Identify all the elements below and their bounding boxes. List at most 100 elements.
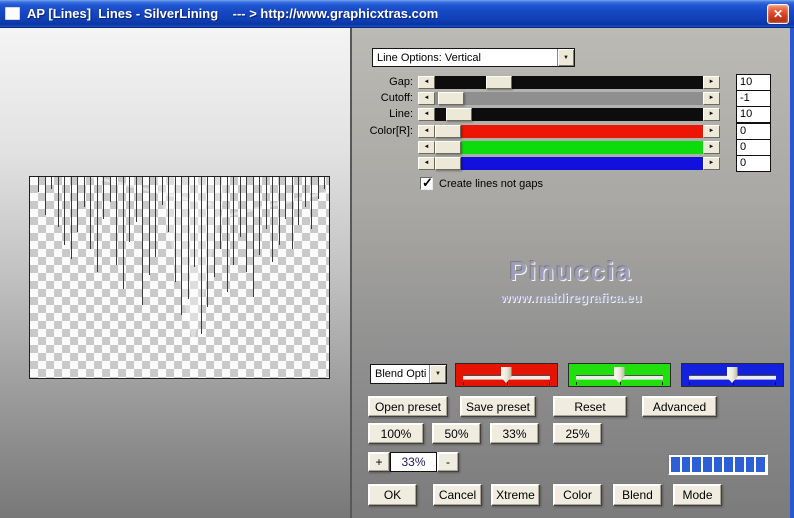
preview-line (103, 177, 104, 219)
color-button[interactable]: Color (553, 484, 602, 506)
right-arrow-icon[interactable]: ► (703, 76, 720, 89)
red-blend-trackbar[interactable] (455, 363, 558, 387)
progress-segment (756, 457, 765, 472)
zoom-100-button[interactable]: 100% (368, 423, 424, 444)
save-preset-button[interactable]: Save preset (460, 396, 536, 417)
xtreme-button[interactable]: Xtreme (491, 484, 540, 506)
slider-thumb[interactable] (486, 76, 512, 89)
right-arrow-icon[interactable]: ► (703, 108, 720, 121)
slider-thumb[interactable] (438, 92, 464, 105)
zoom-25-button[interactable]: 25% (553, 423, 602, 444)
preview-image (29, 176, 330, 379)
slider-thumb[interactable] (446, 108, 472, 121)
slider-track[interactable] (435, 125, 703, 138)
preview-line (175, 177, 176, 282)
plugin-dialog-window: AP [Lines] Lines - SilverLining --- > ht… (0, 0, 794, 518)
preview-line (253, 177, 254, 297)
preview-line (181, 177, 182, 315)
tick-mark (463, 382, 464, 385)
slider-value-input[interactable] (736, 74, 771, 91)
trackbar-thumb[interactable] (614, 367, 625, 383)
slider-row-line: Line: ◄ ► (352, 107, 771, 121)
preview-line (51, 177, 52, 189)
trackbar-thumb[interactable] (727, 367, 738, 383)
slider-value-input[interactable] (736, 139, 771, 156)
title-bar: AP [Lines] Lines - SilverLining --- > ht… (0, 0, 794, 28)
progress-segment (692, 457, 701, 472)
controls-panel: Line Options: Vertical ▼ Gap: ◄ ► Cutoff… (352, 28, 794, 518)
create-lines-checkbox[interactable]: Create lines not gaps (420, 177, 543, 190)
slider-thumb[interactable] (435, 125, 461, 138)
preview-line (233, 177, 234, 265)
slider-track[interactable] (435, 108, 703, 121)
preview-line (162, 177, 163, 205)
left-arrow-icon[interactable]: ◄ (418, 108, 435, 121)
right-arrow-icon[interactable]: ► (703, 141, 720, 154)
green-blend-trackbar[interactable] (568, 363, 671, 387)
preview-line (84, 177, 85, 207)
close-button[interactable]: ✕ (767, 4, 789, 24)
slider-track[interactable] (435, 141, 703, 154)
slider-value-input[interactable] (736, 106, 771, 123)
reset-button[interactable]: Reset (553, 396, 627, 417)
preview-line (129, 177, 130, 242)
preview-line (155, 177, 156, 257)
left-arrow-icon[interactable]: ◄ (418, 125, 435, 138)
ok-button[interactable]: OK (368, 484, 417, 506)
preview-line (285, 177, 286, 219)
left-arrow-icon[interactable]: ◄ (418, 141, 435, 154)
progress-segment (746, 457, 755, 472)
blend-options-dropdown[interactable]: Blend Opti ▼ (370, 364, 447, 384)
progress-segment (735, 457, 744, 472)
left-arrow-icon[interactable]: ◄ (418, 92, 435, 105)
tick-mark (733, 382, 734, 385)
trackbar-thumb[interactable] (501, 367, 512, 383)
progress-segment (703, 457, 712, 472)
slider-thumb[interactable] (435, 157, 461, 170)
tick-mark (620, 382, 621, 385)
right-arrow-icon[interactable]: ► (703, 92, 720, 105)
tick-mark (662, 382, 663, 385)
zoom-out-button[interactable]: - (437, 452, 459, 472)
slider-row-color-red: Color[R]: ◄ ► (352, 124, 771, 138)
slider-thumb[interactable] (435, 141, 461, 154)
chevron-down-icon[interactable]: ▼ (557, 49, 574, 66)
line-options-dropdown[interactable]: Line Options: Vertical ▼ (372, 48, 575, 67)
checkbox-icon[interactable] (420, 177, 433, 190)
slider-value-input[interactable] (736, 90, 771, 107)
preview-line (279, 177, 280, 245)
blend-button[interactable]: Blend (613, 484, 662, 506)
tick-mark (689, 382, 690, 385)
slider-track[interactable] (435, 92, 703, 105)
cancel-button[interactable]: Cancel (433, 484, 482, 506)
advanced-button[interactable]: Advanced (642, 396, 717, 417)
blue-blend-trackbar[interactable] (681, 363, 784, 387)
open-preset-button[interactable]: Open preset (368, 396, 448, 417)
preview-line (38, 177, 39, 192)
slider-value-input[interactable] (736, 155, 771, 172)
left-arrow-icon[interactable]: ◄ (418, 157, 435, 170)
right-arrow-icon[interactable]: ► (703, 157, 720, 170)
preview-line (298, 177, 299, 225)
preview-line (324, 177, 325, 189)
tick-mark (576, 382, 577, 385)
right-arrow-icon[interactable]: ► (703, 125, 720, 138)
mode-button[interactable]: Mode (673, 484, 722, 506)
slider-label: Cutoff: (352, 92, 418, 104)
chevron-down-icon[interactable]: ▼ (429, 365, 446, 383)
zoom-in-button[interactable]: + (368, 452, 390, 472)
left-arrow-icon[interactable]: ◄ (418, 76, 435, 89)
preview-line (110, 177, 111, 202)
preview-line (227, 177, 228, 292)
slider-row-color-blue: ◄ ► (352, 156, 771, 170)
zoom-50-button[interactable]: 50% (432, 423, 481, 444)
slider-track[interactable] (435, 76, 703, 89)
preview-line (292, 177, 293, 249)
app-icon[interactable] (5, 7, 20, 20)
tick-mark (775, 382, 776, 385)
zoom-33-button[interactable]: 33% (490, 423, 539, 444)
slider-track[interactable] (435, 157, 703, 170)
slider-value-input[interactable] (736, 123, 771, 140)
dialog-body: Line Options: Vertical ▼ Gap: ◄ ► Cutoff… (0, 28, 794, 518)
slider-label: Color[R]: (352, 125, 418, 137)
